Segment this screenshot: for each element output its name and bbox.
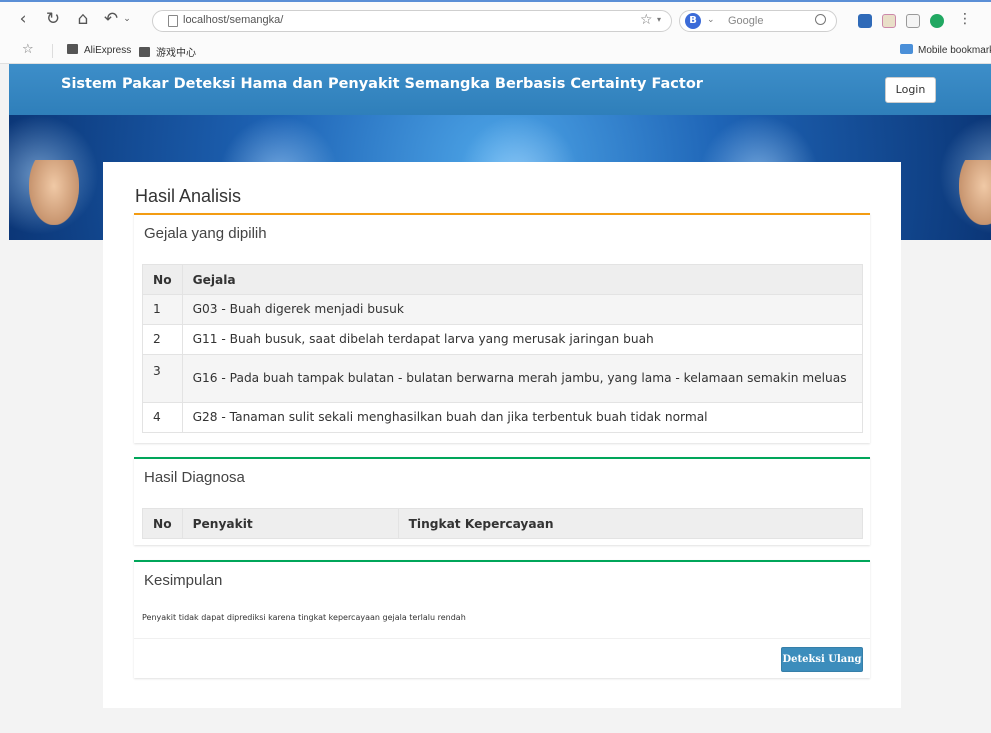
page-title: Hasil Analisis <box>135 186 242 206</box>
bookmark-label: Mobile bookmark <box>918 45 991 56</box>
gejala-box: Gejala yang dipilih No Gejala 1 G03 - Bu… <box>134 213 870 443</box>
page-icon <box>168 15 178 27</box>
search-input[interactable]: Google <box>728 15 763 27</box>
column-header-gejala: Gejala <box>181 264 864 295</box>
deteksi-ulang-button[interactable]: Deteksi Ulang <box>781 647 863 672</box>
address-bar[interactable]: localhost/semangka/ ☆ ▾ <box>152 10 672 32</box>
folder-icon <box>139 47 150 57</box>
bookmark-game-center[interactable]: 游戏中心 <box>139 44 196 59</box>
column-header-tingkat-kepercayaan: Tingkat Kepercayaan <box>397 508 864 539</box>
box-footer: Deteksi Ulang <box>134 638 870 676</box>
grammarly-icon[interactable] <box>930 14 944 28</box>
row-gejala: G28 - Tanaman sulit sekali menghasilkan … <box>181 402 864 433</box>
bookmarks-bar: ☆ AliExpress 游戏中心 Mobile bookmark <box>0 38 991 64</box>
gejala-table: No Gejala 1 G03 - Buah digerek menjadi b… <box>142 264 864 433</box>
menu-icon[interactable]: ⋮ <box>956 10 974 28</box>
bookmark-star-icon[interactable]: ☆ <box>22 42 34 57</box>
folder-icon <box>900 44 913 54</box>
site-header: Sistem Pakar Deteksi Hama dan Penyakit S… <box>9 64 991 115</box>
diagnosa-table: No Penyakit Tingkat Kepercayaan <box>142 508 864 539</box>
extension-icon[interactable] <box>858 14 872 28</box>
conclusion-text: Penyakit tidak dapat diprediksi karena t… <box>142 613 466 622</box>
reader-icon[interactable] <box>906 14 920 28</box>
folder-icon <box>67 44 78 54</box>
table-row: 3 G16 - Pada buah tampak bulatan - bulat… <box>142 354 864 403</box>
star-icon[interactable]: ☆ <box>640 12 653 28</box>
row-no: 3 <box>142 354 183 403</box>
row-no: 2 <box>142 324 183 355</box>
main-content: Hasil Analisis Gejala yang dipilih No Ge… <box>103 162 901 708</box>
search-box[interactable]: B ⌄ Google <box>679 10 837 32</box>
row-gejala: G03 - Buah digerek menjadi busuk <box>181 294 864 325</box>
row-gejala: G16 - Pada buah tampak bulatan - bulatan… <box>181 354 864 403</box>
box-title: Gejala yang dipilih <box>144 225 267 242</box>
hand-image <box>959 160 991 225</box>
box-title: Hasil Diagnosa <box>144 469 245 486</box>
chevron-down-icon[interactable]: ⌄ <box>707 15 715 25</box>
table-header-row: No Gejala <box>142 264 864 295</box>
table-row: 2 G11 - Buah busuk, saat dibelah terdapa… <box>142 324 864 355</box>
table-row: 4 G28 - Tanaman sulit sekali menghasilka… <box>142 402 864 433</box>
chevron-down-icon[interactable]: ⌄ <box>118 10 136 28</box>
url-text: localhost/semangka/ <box>183 14 284 26</box>
login-button[interactable]: Login <box>885 77 936 103</box>
calendar-icon[interactable] <box>882 14 896 28</box>
column-header-no: No <box>142 264 183 295</box>
site-title: Sistem Pakar Deteksi Hama dan Penyakit S… <box>61 76 703 92</box>
browser-toolbar: ‹ ↻ ⌂ ↶ ⌄ localhost/semangka/ ☆ ▾ B ⌄ Go… <box>0 0 991 38</box>
search-engine-icon[interactable]: B <box>685 13 701 29</box>
reload-icon[interactable]: ↻ <box>44 10 62 28</box>
bookmark-aliexpress[interactable]: AliExpress <box>67 44 131 56</box>
search-icon[interactable] <box>815 14 826 25</box>
box-title: Kesimpulan <box>144 572 223 589</box>
row-no: 4 <box>142 402 183 433</box>
hand-image <box>29 160 79 225</box>
mobile-bookmarks[interactable]: Mobile bookmark <box>900 44 991 56</box>
diagnosa-box: Hasil Diagnosa No Penyakit Tingkat Keper… <box>134 457 870 545</box>
bookmark-label: 游戏中心 <box>156 48 196 59</box>
column-header-penyakit: Penyakit <box>181 508 399 539</box>
back-icon[interactable]: ‹ <box>14 10 32 28</box>
row-no: 1 <box>142 294 183 325</box>
row-gejala: G11 - Buah busuk, saat dibelah terdapat … <box>181 324 864 355</box>
table-header-row: No Penyakit Tingkat Kepercayaan <box>142 508 864 539</box>
column-header-no: No <box>142 508 183 539</box>
bookmark-label: AliExpress <box>84 45 132 56</box>
home-icon[interactable]: ⌂ <box>74 10 92 28</box>
chevron-down-icon[interactable]: ▾ <box>657 15 661 24</box>
divider <box>52 44 53 58</box>
kesimpulan-box: Kesimpulan Penyakit tidak dapat dipredik… <box>134 560 870 678</box>
table-row: 1 G03 - Buah digerek menjadi busuk <box>142 294 864 325</box>
